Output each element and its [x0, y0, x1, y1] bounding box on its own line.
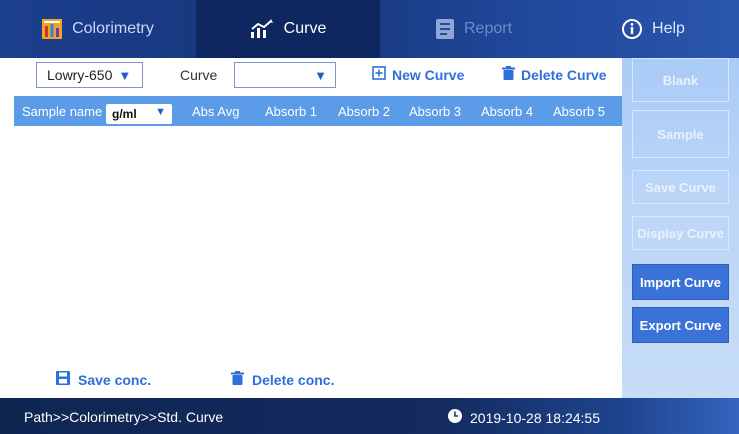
tab-help[interactable]: Help: [568, 0, 739, 58]
blank-button-label: Blank: [662, 72, 699, 88]
status-bar: Path>>Colorimetry>>Std. Curve 2019-10-28…: [0, 398, 739, 434]
trash-icon: [231, 371, 244, 388]
delete-curve-label: Delete Curve: [521, 66, 607, 83]
method-select-value: Lowry-650: [47, 67, 113, 83]
method-select[interactable]: Lowry-650 ▼: [36, 62, 143, 88]
column-header-absorb-3: Absorb 3: [409, 104, 462, 119]
new-file-icon: [372, 66, 386, 83]
curve-label: Curve: [180, 67, 218, 83]
export-curve-button[interactable]: Export Curve: [632, 307, 729, 343]
unit-select-value: g/ml: [112, 107, 137, 121]
sample-button[interactable]: Sample: [632, 110, 729, 158]
colorimetry-icon: [42, 19, 63, 39]
trash-icon: [502, 66, 515, 83]
new-curve-label: New Curve: [392, 66, 465, 83]
column-header-absorb-5: Absorb 5: [553, 104, 606, 119]
display-curve-button-label: Display Curve: [637, 225, 724, 241]
delete-conc-label: Delete conc.: [252, 371, 335, 388]
data-table-header: Sample name g/ml ▼ Abs Avg Absorb 1 Abso…: [14, 96, 622, 126]
datetime-display: 2019-10-28 18:24:55: [448, 409, 600, 426]
unit-select[interactable]: g/ml ▼: [106, 104, 172, 124]
export-curve-button-label: Export Curve: [639, 317, 722, 333]
tab-help-label: Help: [652, 20, 685, 37]
tab-colorimetry-label: Colorimetry: [72, 20, 154, 37]
tab-curve[interactable]: Curve: [196, 0, 380, 58]
tab-curve-label: Curve: [283, 20, 327, 37]
curve-toolbar: Lowry-650 ▼ Curve ▼ New Curve Delete Cur…: [0, 58, 622, 92]
save-conc-button[interactable]: Save conc.: [56, 371, 151, 388]
sample-button-label: Sample: [657, 126, 704, 142]
chevron-down-icon: ▼: [155, 106, 166, 118]
chevron-down-icon: ▼: [118, 67, 132, 83]
chart-icon: [250, 19, 274, 39]
tab-report[interactable]: Report: [380, 0, 568, 58]
display-curve-button[interactable]: Display Curve: [632, 216, 729, 250]
column-header-absorb-2: Absorb 2: [338, 104, 391, 119]
info-icon: [622, 19, 643, 39]
import-curve-button-label: Import Curve: [640, 274, 721, 290]
column-header-absorb-1: Absorb 1: [265, 104, 318, 119]
breadcrumb: Path>>Colorimetry>>Std. Curve: [24, 409, 224, 425]
delete-conc-button[interactable]: Delete conc.: [231, 371, 334, 388]
data-table-body[interactable]: [14, 126, 622, 362]
column-header-absorb-4: Absorb 4: [481, 104, 534, 119]
save-curve-button-label: Save Curve: [645, 179, 716, 195]
blank-button[interactable]: Blank: [632, 58, 729, 102]
clock-icon: [448, 409, 462, 426]
curve-select[interactable]: ▼: [234, 62, 336, 88]
import-curve-button[interactable]: Import Curve: [632, 264, 729, 300]
save-conc-label: Save conc.: [78, 371, 152, 388]
tab-report-label: Report: [463, 20, 513, 37]
delete-curve-button[interactable]: Delete Curve: [502, 66, 607, 83]
column-header-abs-avg: Abs Avg: [192, 104, 240, 119]
save-curve-button[interactable]: Save Curve: [632, 170, 729, 204]
datetime-text: 2019-10-28 18:24:55: [470, 409, 600, 426]
right-action-panel: Blank Sample Save Curve Display Curve Im…: [622, 58, 739, 398]
save-icon: [56, 371, 70, 388]
chevron-down-icon: ▼: [314, 68, 327, 83]
tab-bar: Colorimetry Curve Report Help: [0, 0, 739, 58]
new-curve-button[interactable]: New Curve: [372, 66, 464, 83]
sample-name-header: Sample name: [22, 104, 103, 119]
report-icon: [435, 19, 454, 39]
tab-colorimetry[interactable]: Colorimetry: [0, 0, 196, 58]
